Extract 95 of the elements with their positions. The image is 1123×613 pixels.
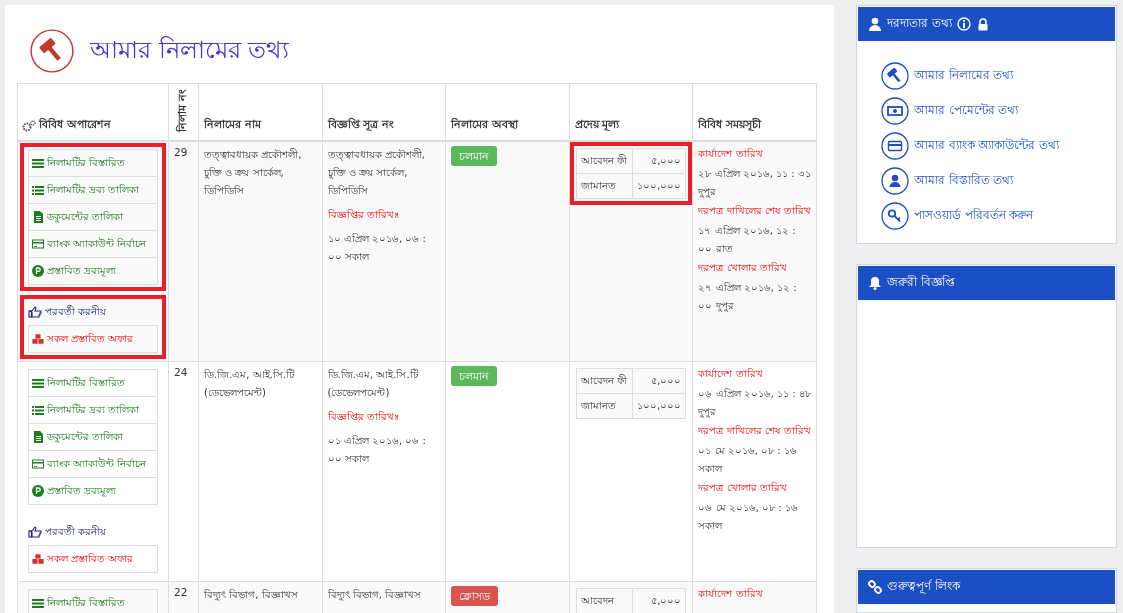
auction-name: বিদ্যুৎ বিভাগ, বিজ্ঞাখস [204,589,298,600]
document-icon [32,431,44,443]
user-icon [881,167,909,195]
operation-link[interactable]: নিলামটির বিস্তারিত [29,150,157,176]
fee-label: আবেদন [580,595,614,606]
next-steps-label: পরবর্তী করনীয় [45,304,107,319]
menu-icon [32,377,44,389]
column-header: বিজ্ঞপ্তি সূত্র নং [327,118,394,130]
column-header: নিলামের অবস্থা [451,118,518,130]
menu-icon [32,157,44,169]
status-badge: ক্লোসড [451,586,499,606]
document-icon [32,211,44,223]
notice-date: ০১ এপ্রিল ২০১৬, ০৬ : ০০ সকাল [327,434,427,466]
auction-name: তত্ত্বাবধায়ক প্রকৌশলী, চুক্তি ও ক্রয় সার্কেল, ডিপিডিসি [204,149,302,196]
notice-date: ১০ এপ্রিল ২০১৬, ০৬ : ০০ সকাল [327,232,427,264]
column-header: নিলাম নং [174,89,189,132]
schedule-label: কার্যাদেশ তারিখ [698,367,764,381]
panel-title: গুরুত্বপূর্ণ লিংক [887,578,960,596]
auction-number: 24 [174,366,188,378]
reference-number: ডি.জি.এম, আই.সি.টি (ডেভেলপমেন্ট) [327,367,420,400]
reference-number: তত্ত্বাবধায়ক প্রকৌশলী, চুক্তি ও ক্রয় সার্কেল, ডিপিডিসি [327,147,426,198]
notice-date-label: বিজ্ঞপ্তির তারিখঃ [327,410,400,424]
operation-link[interactable]: নিলামটির দ্রব্য তালিকা [29,396,157,423]
schedule-date: ০১ মে ২০১৬, ০৮ : ১৬ সকাল [698,444,798,476]
fee-label: জামানত [580,180,616,191]
fee-label: জামানত [580,400,616,411]
key-icon [881,202,909,230]
schedule-date: ০৬ মে ২০১৬, ০৮ : ১৬ সকাল [698,501,799,533]
list-icon [32,184,44,196]
auction-number: 29 [174,146,188,158]
schedule-label: কার্যাদেশ তারিখ [698,147,764,161]
schedule-label: দরপত্র দাখিলের শেষ তারিখ [698,204,811,218]
offers-link[interactable]: সকল প্রস্তাবিত অফার [29,546,157,572]
pointing-hand-icon [28,526,42,538]
auction-number: 22 [174,586,188,598]
menu-icon [32,597,44,609]
sidebar-link[interactable]: আমার ব্যাংক অ্যাকাউন্টের তথ্য [881,132,1092,160]
sidebar-link[interactable]: পাসওয়ার্ড পরিবর্তন করুন [881,202,1092,230]
operation-link[interactable]: নিলামটির দ্রব্য তালিকা [29,176,157,203]
schedule-label: কার্যাদেশ তারিখ [698,587,764,601]
operation-link[interactable]: নিলামটির বিস্তারিত [29,370,157,396]
schedule-date: ০৬ এপ্রিল ২০১৬, ১১ : ৪৮ দুপুর [698,387,811,420]
banknote-icon [881,97,909,125]
schedule-label: দরপত্র দাখিলের শেষ তারিখ [698,424,811,438]
operation-link[interactable]: প্রস্তাবিত দ্রব্যমূল্য [29,257,157,284]
schedule-label: দরপত্র খোলার তারিখ [698,481,788,495]
fee-amount: ৫,০০০ [651,375,682,386]
next-steps-label: পরবর্তী করনীয় [45,524,107,539]
parking-icon [32,485,44,497]
link-icon [868,580,882,594]
sidebar-link[interactable]: আমার পেমেন্টের তথ্য [881,97,1092,125]
page-title: আমার নিলামের তথ্য [90,35,290,66]
panel-title: দরদাতার তথ্য [887,15,952,32]
bell-icon [868,276,882,290]
fee-amount: ৫,০০০ [651,595,682,606]
schedule-date: ১৭ এপ্রিল ২০১৬, ১২ : ০০ রাত [698,224,797,256]
operation-link[interactable]: প্রস্তাবিত দ্রব্যমূল্য [29,477,157,504]
operation-link[interactable]: ডকুমেন্টের তালিকা [29,423,157,450]
column-header: বিবিধ অপারেশন [39,117,111,132]
fee-amount: ১০০,০০০ [637,400,682,411]
status-badge: চলমান [451,366,498,386]
list-icon [32,404,44,416]
gears-icon [22,119,36,132]
status-badge: চলমান [451,146,498,166]
info-icon [956,17,971,31]
user-icon [868,17,882,31]
sidebar-link[interactable]: আমার বিস্তারিত তথ্য [881,167,1092,195]
panel-title: জরুরী বিজ্ঞপ্তি [887,274,955,291]
gavel-icon [30,29,74,73]
credit-card-icon [32,458,44,470]
sidebar-link[interactable]: আমার নিলামের তথ্য [881,62,1092,90]
fee-label: আবেদন ফী [580,375,627,386]
column-header: প্রদেয় মূল্য [574,118,620,130]
credit-card-icon [32,238,44,250]
cubes-icon [32,553,44,565]
parking-icon [32,265,44,277]
column-header: বিবিধ সময়সূচী [698,118,762,130]
operation-link[interactable]: ডকুমেন্টের তালিকা [29,203,157,230]
notice-date-label: বিজ্ঞপ্তির তারিখঃ [327,208,400,222]
operation-link[interactable]: ব্যাংক অ্যাকাউন্ট নির্বাচন [29,450,157,477]
reference-number: বিদ্যুৎ বিভাগ, বিজ্ঞাখস [327,588,423,603]
schedule-label: দরপত্র খোলার তারিখ [698,261,788,275]
operation-link[interactable]: ব্যাংক অ্যাকাউন্ট নির্বাচন [29,230,157,257]
schedule-date: ২৭ এপ্রিল ২০১৬, ১২ : ০০ দুপুর [698,281,798,314]
fee-amount: ১০০,০০০ [637,180,682,191]
auction-name: ডি.জি.এম, আই.সি.টি (ডেভেলপমেন্ট) [204,369,295,398]
offers-link[interactable]: সকল প্রস্তাবিত অফার [29,326,157,352]
pointing-hand-icon [28,306,42,318]
fee-amount: ৫,০০০ [651,155,682,166]
credit-card-icon [881,132,909,160]
cubes-icon [32,333,44,345]
fee-label: আবেদন ফী [580,155,627,166]
column-header: নিলামের নাম [204,118,261,130]
gavel-icon [881,62,909,90]
schedule-date: ২৮ এপ্রিল ২০১৬, ১১ : ৩১ দুপুর [698,167,811,200]
